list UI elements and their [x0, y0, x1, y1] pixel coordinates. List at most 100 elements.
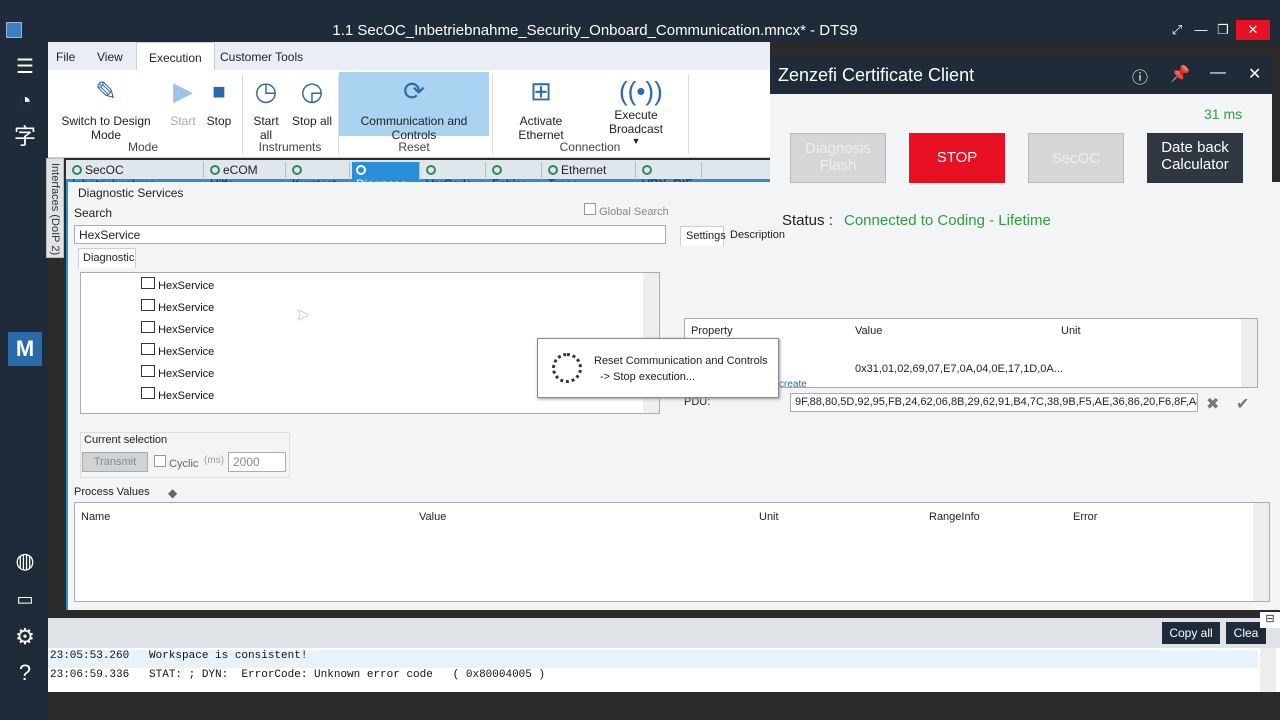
switch-design-mode-button[interactable]: ✎ Switch to Design Mode	[48, 74, 164, 142]
tab-ethernet-trace[interactable]: Ethernet Trace	[544, 162, 636, 191]
tab-kurztest[interactable]: Kurztest	[288, 162, 350, 191]
log-scrollbar[interactable]	[1260, 648, 1276, 692]
tab-diagnose[interactable]: Diagnose	[352, 162, 420, 191]
menu-file[interactable]: File	[56, 50, 75, 64]
play-icon: ▶	[173, 76, 193, 106]
status-dot-icon	[72, 165, 82, 175]
activate-ethernet-button[interactable]: ⊞ Activate Ethernet	[496, 74, 586, 142]
checkbox-box	[584, 203, 596, 215]
hamburger-menu-icon[interactable]: ☰	[8, 50, 42, 84]
start-all-button[interactable]: ◷ Start all	[246, 74, 286, 142]
column-header-value[interactable]: Value	[419, 511, 446, 523]
log-output: 23:05:53.260 Workspace is consistent! 23…	[48, 648, 1280, 692]
create-link[interactable]: create	[779, 379, 807, 390]
close-icon[interactable]: ✕	[1248, 64, 1261, 84]
log-toolbar: Copy all Clea	[48, 618, 1280, 648]
grid-scrollbar[interactable]	[1253, 503, 1269, 601]
pdu-input[interactable]: 9F,88,80,5D,92,95,FB,24,62,06,8B,29,62,9…	[790, 393, 1198, 412]
column-header-unit[interactable]: Unit	[1061, 325, 1081, 337]
tree-item-label: HexService	[158, 368, 215, 380]
stop-button[interactable]: ⏹ Stop	[202, 74, 236, 128]
zenzefi-header: Zenzefi Certificate Client ⓘ 📌 — ✕	[770, 56, 1272, 94]
stop-circle-icon: ⏹	[212, 76, 226, 106]
column-header-name[interactable]: Name	[81, 511, 110, 523]
tab-fehler[interactable]: Fehler	[488, 162, 542, 191]
menu-execution[interactable]: Execution	[136, 42, 215, 72]
tab-varcode[interactable]: VarCode	[422, 162, 486, 191]
start-all-label: Start all	[253, 114, 279, 142]
column-header-property[interactable]: Property	[691, 325, 733, 337]
properties-scrollbar[interactable]	[1241, 319, 1257, 387]
process-values-grid[interactable]: Name Value Unit RangeInfo Error	[74, 502, 1270, 602]
secoc-button[interactable]: SecOC	[1028, 133, 1124, 183]
start-button[interactable]: ▶ Start	[166, 74, 200, 128]
language-icon[interactable]: 字	[8, 120, 42, 154]
execute-broadcast-button[interactable]: ((•)) Execute Broadcast ▼	[588, 74, 684, 146]
ribbon-separator	[688, 74, 689, 154]
progress-popup: Reset Communication and Controls -> Stop…	[537, 338, 779, 398]
pin-icon[interactable]: 📌	[1170, 64, 1190, 84]
property-value-cell[interactable]: 0x31,01,02,69,07,E7,0A,04,0E,17,1D,0A...	[855, 363, 1063, 375]
tree-item-label: HexService	[158, 280, 215, 292]
switch-design-label: Switch to Design Mode	[61, 114, 151, 142]
help-icon[interactable]: ?	[8, 656, 42, 690]
close-button[interactable]: ✕	[1236, 20, 1270, 40]
tree-item[interactable]: HexService	[141, 387, 214, 402]
dashboard-gauge-icon[interactable]: ◔	[8, 84, 42, 118]
copy-all-button[interactable]: Copy all	[1162, 622, 1220, 644]
tree-item[interactable]: HexService	[141, 299, 214, 314]
stop-all-button[interactable]: ◶ Stop all	[290, 74, 334, 128]
tree-item[interactable]: HexService	[141, 343, 214, 358]
tab-vrx-dif[interactable]: VRX_DIF	[638, 162, 702, 191]
menu-view[interactable]: View	[97, 50, 123, 64]
column-header-rangeinfo[interactable]: RangeInfo	[929, 511, 980, 523]
globe-icon[interactable]: ◍	[8, 544, 42, 578]
fullscreen-icon[interactable]: ⤢	[1166, 20, 1188, 40]
tab-diagnostic[interactable]: Diagnostic	[78, 248, 136, 268]
latency-value: 31 ms	[1204, 106, 1243, 122]
column-header-error[interactable]: Error	[1073, 511, 1097, 523]
checkbox-box	[154, 455, 166, 467]
tab-secoc-inbetriebnahme[interactable]: SecOC Inbetriebnahme	[68, 162, 204, 191]
log-line: 23:06:59.336 STAT: ; DYN: ErrorCode: Unk…	[50, 669, 546, 681]
date-back-calculator-button[interactable]: Date back Calculator	[1147, 133, 1243, 183]
interfaces-side-tab[interactable]: Interfaces (DoIP 2)	[46, 158, 64, 258]
chat-icon[interactable]: ⊟	[1260, 612, 1280, 628]
interval-stepper[interactable]: 2000	[228, 452, 286, 472]
tree-item-label: HexService	[158, 324, 215, 336]
eraser-icon[interactable]: ◆	[168, 486, 177, 500]
process-values-title: Process Values	[74, 486, 150, 498]
tab-ecom-hilfe[interactable]: eCOM Hilfe	[206, 162, 286, 191]
clear-x-icon[interactable]: ✖	[1206, 394, 1219, 414]
settings-gear-icon[interactable]: ⚙	[8, 620, 42, 654]
tab-description[interactable]: Description	[730, 229, 785, 241]
tab-settings[interactable]: Settings	[680, 226, 726, 246]
stop-button[interactable]: STOP	[909, 133, 1005, 183]
diagnosis-flash-button[interactable]: Diagnosis Flash	[790, 133, 886, 183]
car-icon[interactable]: ▭	[8, 582, 42, 616]
popup-submessage: -> Stop execution...	[600, 371, 696, 383]
activate-ethernet-label: Activate Ethernet	[518, 114, 564, 142]
title-bar: 1.1 SecOC_Inbetriebnahme_Security_Onboar…	[0, 0, 1280, 42]
transmit-button[interactable]: Transmit	[82, 452, 148, 472]
tree-item[interactable]: HexService	[141, 277, 214, 292]
search-input[interactable]: HexService	[74, 225, 666, 244]
status-dot-icon	[292, 165, 302, 175]
service-icon	[141, 343, 155, 355]
column-header-value[interactable]: Value	[855, 325, 882, 337]
menu-customer-tools[interactable]: Customer Tools	[220, 50, 303, 64]
minimize-button[interactable]: —	[1190, 20, 1212, 40]
global-search-checkbox[interactable]: Global Search	[584, 203, 669, 218]
minimize-icon[interactable]: —	[1210, 64, 1226, 82]
comm-controls-label: Communication and Controls	[360, 114, 468, 142]
column-header-unit[interactable]: Unit	[759, 511, 779, 523]
stop-all-label: Stop all	[291, 114, 333, 128]
confirm-check-icon[interactable]: ✔	[1236, 394, 1249, 414]
info-icon[interactable]: ⓘ	[1132, 64, 1148, 88]
tree-item[interactable]: HexService	[141, 321, 214, 336]
restore-button[interactable]: ❐	[1212, 20, 1234, 40]
tree-item[interactable]: HexService	[141, 365, 214, 380]
communication-controls-button[interactable]: ⟳ Communication and Controls	[339, 72, 489, 142]
module-m-icon[interactable]: M	[8, 332, 42, 366]
cyclic-checkbox[interactable]: Cyclic	[154, 455, 198, 470]
